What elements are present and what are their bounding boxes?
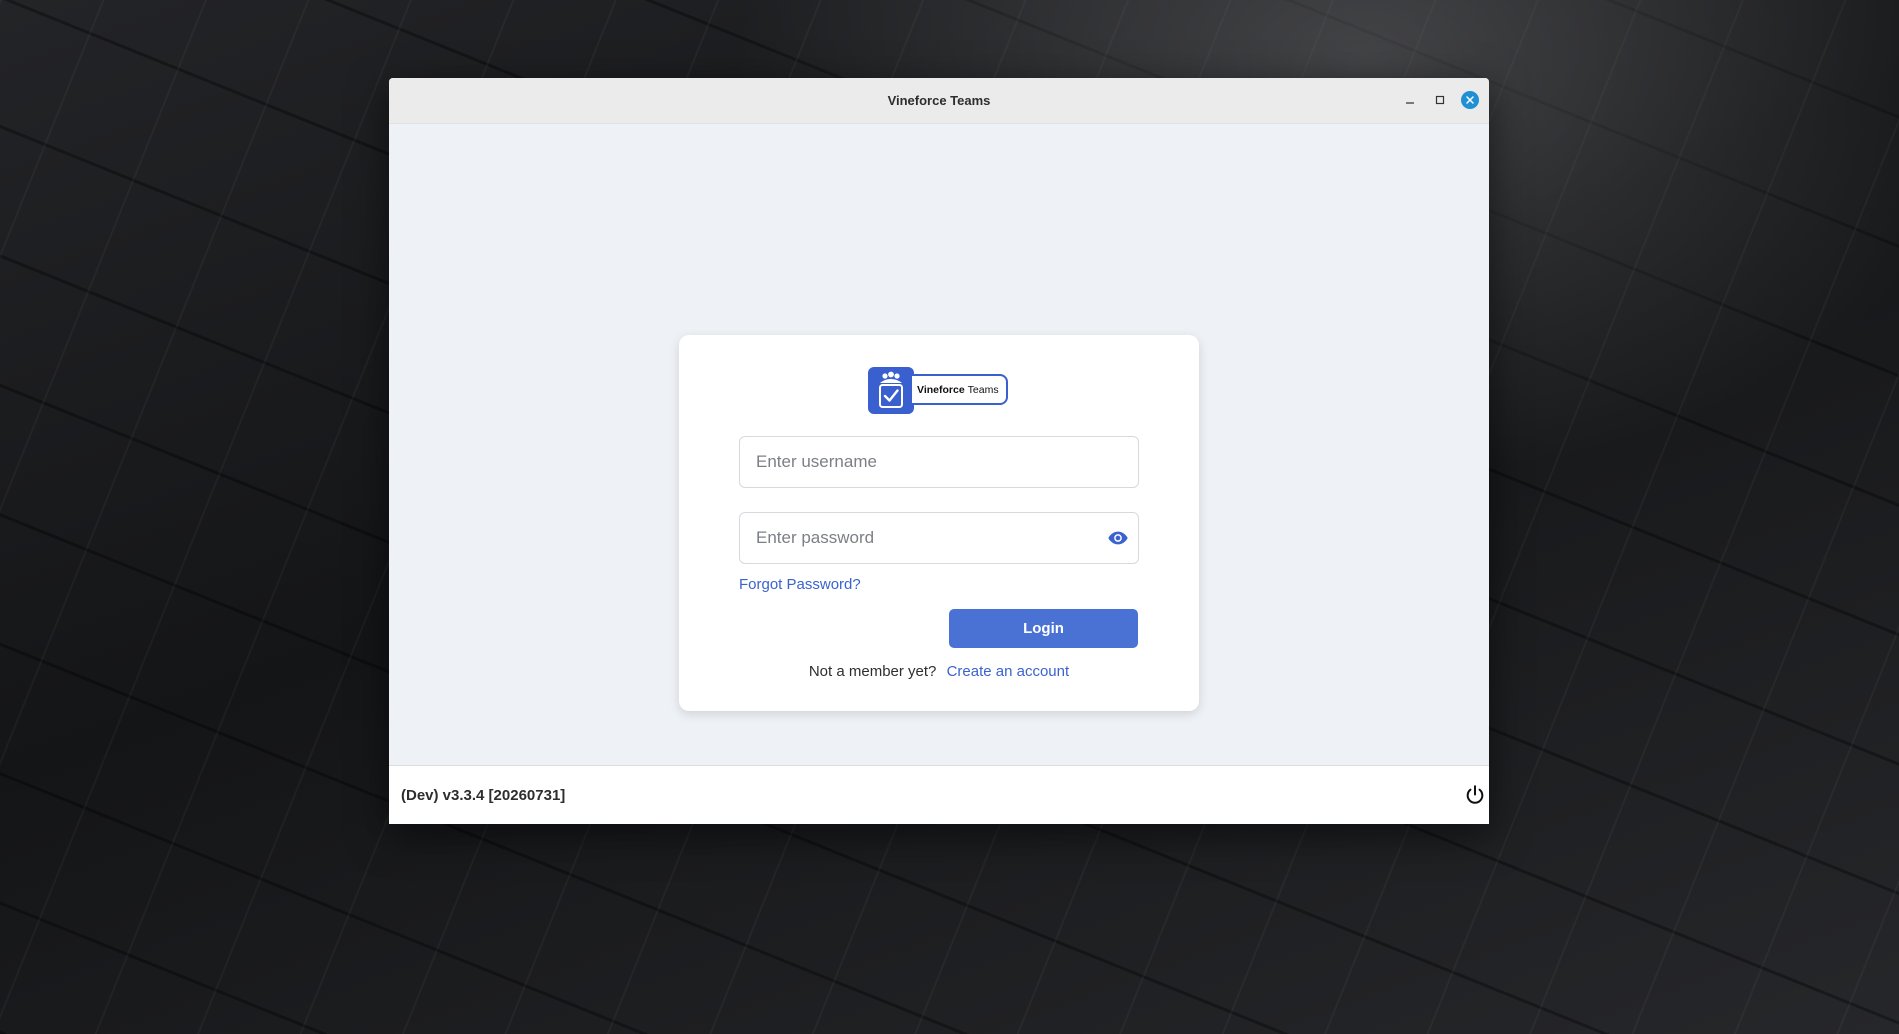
maximize-icon <box>1435 95 1445 105</box>
create-account-link[interactable]: Create an account <box>947 663 1070 680</box>
power-button[interactable] <box>1463 783 1487 807</box>
forgot-password-link[interactable]: Forgot Password? <box>739 576 861 593</box>
password-input[interactable] <box>740 513 1138 563</box>
logo-wordmark: Vineforce Teams <box>912 374 1008 405</box>
app-window: Vineforce Teams Vineforce Teams Enter us… <box>389 78 1489 824</box>
power-icon <box>1466 785 1484 804</box>
login-card: VineforceTeams Forgot Password? Login <box>679 335 1199 711</box>
signup-prompt: Not a member yet? <box>808 663 937 680</box>
username-input[interactable] <box>740 437 1138 487</box>
logo-mark <box>868 367 914 414</box>
logo-brand-bold: Vineforce <box>917 383 965 396</box>
password-field[interactable] <box>739 512 1139 564</box>
close-icon <box>1466 96 1474 104</box>
login-button[interactable]: Login <box>949 609 1138 648</box>
username-field[interactable] <box>739 436 1139 488</box>
content-area: VineforceTeams Forgot Password? Login <box>389 124 1489 764</box>
show-password-toggle[interactable] <box>1107 527 1129 549</box>
minimize-button[interactable] <box>1401 91 1419 109</box>
logo-brand-light: Teams <box>967 383 999 396</box>
title-bar[interactable]: Vineforce Teams <box>389 78 1489 124</box>
version-label: (Dev) v3.3.4 [20260731] <box>401 787 566 804</box>
window-title: Vineforce Teams <box>887 93 991 108</box>
status-footer: (Dev) v3.3.4 [20260731] <box>389 765 1489 824</box>
maximize-button[interactable] <box>1431 91 1449 109</box>
close-button[interactable] <box>1461 91 1479 109</box>
signup-row: Not a member yet? Create an account <box>679 663 1199 680</box>
minimize-icon <box>1406 102 1414 104</box>
eye-icon <box>1108 531 1128 545</box>
vineforce-logo: Vineforce Teams <box>868 367 1011 415</box>
team-checklist-icon <box>879 371 903 408</box>
